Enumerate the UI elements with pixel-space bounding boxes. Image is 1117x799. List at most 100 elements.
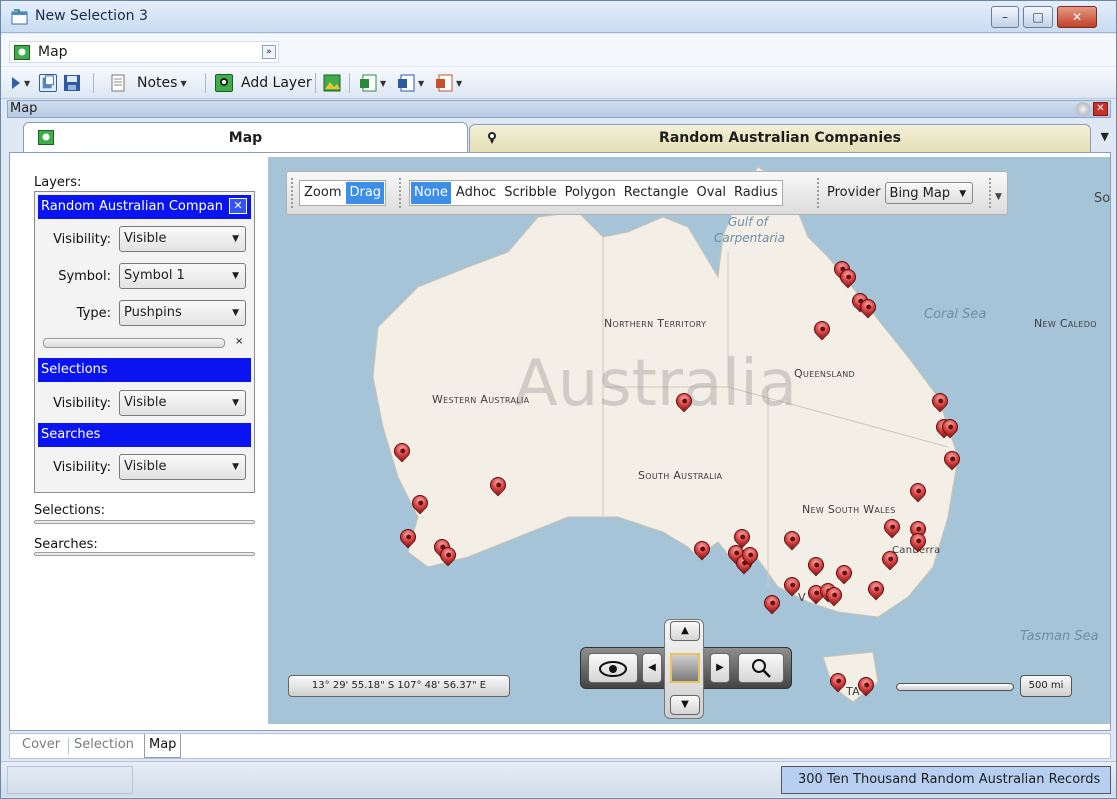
more-icon[interactable]: » [262,45,276,59]
close-window-button[interactable]: ✕ [1057,6,1097,28]
export-word-button[interactable]: ▼ [397,73,424,93]
symbol-select[interactable]: Symbol 1 ▼ [119,263,246,289]
searches-visibility-select[interactable]: Visible ▼ [119,454,246,480]
map-country-label: Australia [514,347,798,421]
zoom-drag-group: Zoom Drag [299,180,387,206]
chevron-down-icon: ▼ [232,398,239,408]
close-pane-button[interactable]: ✕ [1093,102,1108,116]
pan-down-button[interactable]: ▼ [670,695,700,715]
searches-list-label: Searches: [34,537,98,552]
export-excel-button[interactable]: ▼ [359,73,386,93]
eye-icon [599,661,627,677]
toolbar-separator [93,73,94,93]
mode-none-button[interactable]: None [411,182,451,204]
provider-select[interactable]: Bing Map ▼ [884,182,974,204]
run-button[interactable]: ▼ [11,73,30,93]
mode-polygon-button[interactable]: Polygon [562,182,619,204]
notes-icon [111,74,125,92]
provider-group: Provider Bing Map ▼ [827,182,974,204]
selections-list[interactable] [34,520,255,524]
maximize-button[interactable]: □ [1023,6,1053,28]
visibility-label: Visibility: [53,232,111,247]
bottom-tabs: Cover Selection Map [9,733,1111,759]
add-layer-button[interactable]: Add Layer [215,73,312,93]
map-edge-text: So [1094,191,1110,206]
map-view-selector[interactable]: Map » [9,41,279,63]
pan-left-button[interactable]: ◀ [642,653,662,683]
selections-title: Selections [41,362,108,377]
tab-map[interactable]: Map [23,122,468,154]
tab-random-australian-companies[interactable]: Random Australian Companies [469,124,1091,152]
map-label-victoria: V [798,591,806,604]
chevron-down-icon: ▼ [24,78,31,88]
drag-mode-button[interactable]: Drag [346,182,385,204]
mode-scribble-button[interactable]: Scribble [501,182,559,204]
selections-header: Selections [38,358,251,382]
searches-list[interactable] [34,552,255,556]
map-label-northern-territory: Northern Territory [604,317,707,330]
toolbar-overflow-icon[interactable]: ▼ [995,192,1002,202]
tab-list-dropdown-icon[interactable]: ▼ [1101,130,1109,143]
copy-button[interactable] [39,73,57,93]
map-navigation-control: ◀ ▶ ▲ ▼ [580,619,792,719]
toolbar-grip[interactable] [291,178,294,208]
selections-visibility-select[interactable]: Visible ▼ [119,390,246,416]
toolbar-grip[interactable] [399,178,402,208]
map-label-tasman-sea: Tasman Sea [1020,629,1099,644]
notes-label: Notes [137,75,178,91]
tab-map-label: Map [228,130,263,146]
map-canvas[interactable]: Australia Northern Territory Queensland … [268,157,1110,724]
pan-right-button[interactable]: ▶ [710,653,730,683]
layer-icon [488,132,496,144]
tab-selection[interactable]: Selection [74,737,134,752]
view-eye-button[interactable] [588,653,638,683]
copy-icon [39,74,57,92]
selections-list-label: Selections: [34,503,106,518]
word-icon [398,74,415,92]
save-button[interactable] [63,73,81,93]
zoom-mode-button[interactable]: Zoom [301,182,344,204]
map-label-new-south-wales: New South Wales [802,503,896,516]
map-toolbar: Zoom Drag None Adhoc Scribble Polygon Re… [286,171,1008,215]
mode-rectangle-button[interactable]: Rectangle [621,182,692,204]
export-image-button[interactable] [323,73,341,93]
searches-visibility-label: Visibility: [53,460,111,475]
zoom-search-button[interactable] [738,653,784,683]
pan-up-button[interactable]: ▲ [670,621,700,641]
layers-panel: Layers: Random Australian Compan ✕ Visib… [10,153,268,730]
map-view-label: Map [38,44,68,60]
mode-oval-button[interactable]: Oval [694,182,730,204]
reset-slider-icon[interactable]: × [235,336,243,347]
remove-layer-button[interactable]: ✕ [229,198,247,214]
symbol-value: Symbol 1 [124,268,185,283]
layer-settings-box: Random Australian Compan ✕ Visibility: V… [34,191,255,493]
content-area: Layers: Random Australian Compan ✕ Visib… [9,152,1111,731]
type-label: Type: [76,306,111,321]
type-select[interactable]: Pushpins ▼ [119,300,246,326]
mode-radius-button[interactable]: Radius [731,182,781,204]
notes-button[interactable]: Notes ▼ [109,73,187,93]
layer-title: Random Australian Compan [41,199,223,214]
powerpoint-icon [436,74,453,92]
toolbar-grip[interactable] [817,178,820,208]
searches-header: Searches [38,423,251,447]
pan-center-button[interactable] [670,653,700,683]
tab-map-bottom[interactable]: Map [144,734,182,758]
export-powerpoint-button[interactable]: ▼ [435,73,462,93]
main-toolbar: ▼ Notes ▼ Add Layer ▼ ▼ ▼ [1,67,1116,99]
type-value: Pushpins [124,305,182,320]
visibility-select[interactable]: Visible ▼ [119,226,246,252]
minimize-button[interactable]: – [991,6,1019,28]
toolbar-grip[interactable] [989,178,992,208]
tab-divider [68,738,69,754]
tab-cover[interactable]: Cover [22,737,60,752]
mode-adhoc-button[interactable]: Adhoc [453,182,499,204]
opacity-slider[interactable] [43,338,225,348]
chevron-down-icon: ▼ [232,462,239,472]
provider-value: Bing Map [889,186,951,201]
app-window: New Selection 3 – □ ✕ Map » ▼ Notes ▼ Ad… [0,0,1117,799]
pin-icon[interactable] [1076,102,1090,116]
layer-header: Random Australian Compan ✕ [38,195,251,219]
chevron-down-icon: ▼ [232,308,239,318]
document-tabs: Map Random Australian Companies ▼ [9,120,1111,154]
